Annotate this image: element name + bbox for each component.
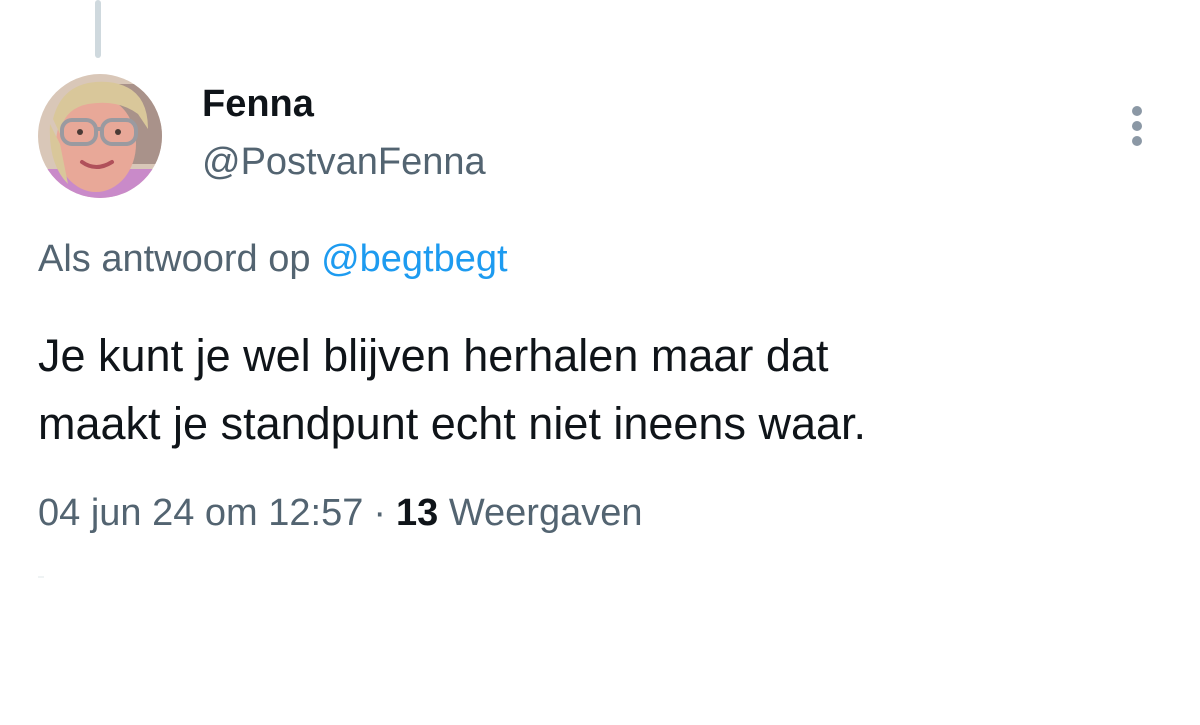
tweet-meta: 04 jun 24 om 12:57 · 13 Weergaven <box>38 490 643 536</box>
views-link[interactable]: 13 Weergaven <box>396 492 642 534</box>
avatar[interactable] <box>38 74 162 198</box>
avatar-photo <box>38 74 162 198</box>
tweet: Fenna @PostvanFenna Als antwoord op @beg… <box>0 0 1200 725</box>
reply-mention-link[interactable]: @begtbegt <box>321 238 508 280</box>
divider <box>38 576 44 578</box>
more-options-button[interactable] <box>1118 100 1158 148</box>
author-display-name[interactable]: Fenna <box>202 82 486 126</box>
tweet-text-line: Je kunt je wel blijven herhalen maar dat <box>38 330 829 381</box>
tweet-timestamp[interactable]: 04 jun 24 om 12:57 <box>38 492 363 534</box>
tweet-text-line: maakt je standpunt echt niet ineens waar… <box>38 398 867 449</box>
author-info: Fenna @PostvanFenna <box>202 82 486 184</box>
tweet-text: Je kunt je wel blijven herhalen maar dat… <box>38 322 1158 458</box>
views-label: Weergaven <box>448 492 643 534</box>
reply-prefix: Als antwoord op <box>38 238 311 280</box>
views-count: 13 <box>396 492 439 534</box>
author-handle[interactable]: @PostvanFenna <box>202 140 486 184</box>
thread-connector-line <box>95 0 101 58</box>
meta-separator: · <box>373 492 387 534</box>
reply-context: Als antwoord op @begtbegt <box>38 236 508 282</box>
